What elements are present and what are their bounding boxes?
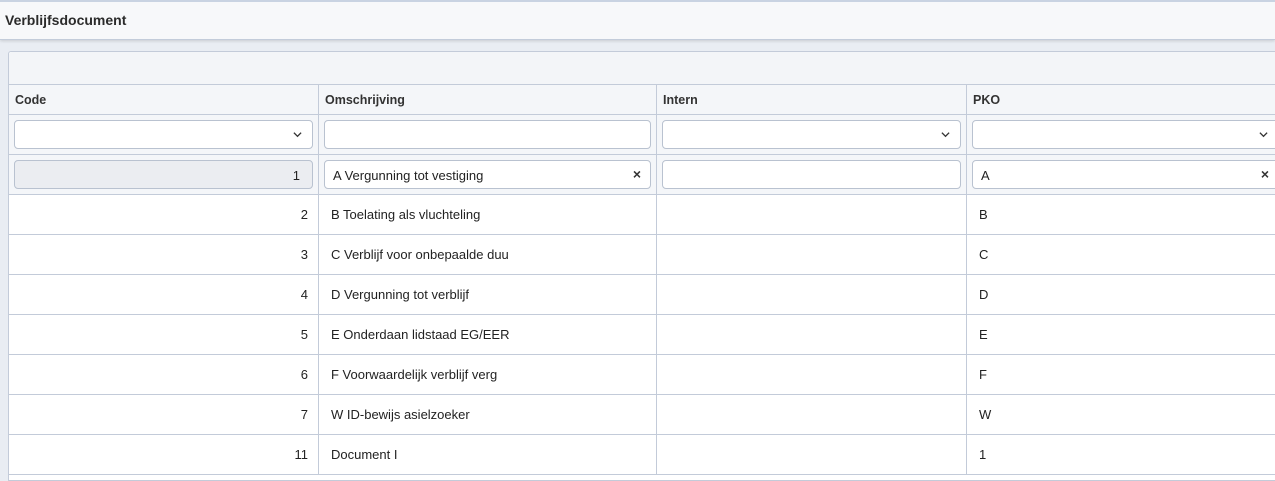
edit-code-field: 1 — [14, 160, 313, 189]
edit-intern-field[interactable] — [662, 160, 961, 189]
chevron-down-icon — [293, 132, 302, 138]
cell-pko: C — [979, 247, 989, 262]
clear-icon[interactable]: × — [1261, 166, 1269, 182]
cell-pko: 1 — [979, 447, 987, 462]
cell-code: 11 — [294, 447, 309, 462]
cell-pko: D — [979, 287, 989, 302]
cell-omschrijving: Document I — [331, 447, 398, 462]
cell-code: 3 — [300, 247, 308, 262]
table-row[interactable]: 7 W ID-bewijs asielzoeker W — [9, 395, 1275, 435]
edit-row: 1 A Vergunning tot vestiging × A × — [9, 155, 1275, 195]
chevron-down-icon — [941, 132, 950, 138]
cell-code: 4 — [300, 287, 308, 302]
column-header-code[interactable]: Code — [9, 85, 319, 114]
clear-icon[interactable]: × — [633, 166, 641, 182]
cell-pko: F — [979, 367, 987, 382]
window-title-bar: Verblijfsdocument — [0, 0, 1275, 40]
table-row[interactable]: 4 D Vergunning tot verblijf D — [9, 275, 1275, 315]
grid-panel: Code Omschrijving Intern PKO 1 A Vergunn… — [8, 51, 1275, 481]
cell-omschrijving: W ID-bewijs asielzoeker — [331, 407, 470, 422]
chevron-down-icon — [1259, 132, 1268, 138]
cell-omschrijving: E Onderdaan lidstaad EG/EER — [331, 327, 510, 342]
grid-toolbar — [9, 52, 1275, 85]
filter-pko-select[interactable] — [972, 120, 1275, 149]
filter-code-select[interactable] — [14, 120, 313, 149]
table-row[interactable]: 5 E Onderdaan lidstaad EG/EER E — [9, 315, 1275, 355]
edit-pko-field[interactable]: A × — [972, 160, 1275, 189]
table-row[interactable]: 6 F Voorwaardelijk verblijf verg F — [9, 355, 1275, 395]
filter-omschrijving-input[interactable] — [324, 120, 651, 149]
cell-code: 6 — [300, 367, 308, 382]
table-row[interactable]: 3 C Verblijf voor onbepaalde duu C — [9, 235, 1275, 275]
cell-omschrijving: F Voorwaardelijk verblijf verg — [331, 367, 498, 382]
table-row[interactable]: 2 B Toelating als vluchteling B — [9, 195, 1275, 235]
cell-pko: B — [979, 207, 988, 222]
cell-omschrijving: C Verblijf voor onbepaalde duu — [331, 247, 509, 262]
edit-omschrijving-field[interactable]: A Vergunning tot vestiging × — [324, 160, 651, 189]
column-header-omschrijving[interactable]: Omschrijving — [319, 85, 657, 114]
filter-row — [9, 115, 1275, 155]
cell-code: 2 — [300, 207, 308, 222]
cell-omschrijving: D Vergunning tot verblijf — [331, 287, 470, 302]
cell-code: 5 — [300, 327, 308, 342]
grid-header-row: Code Omschrijving Intern PKO — [9, 85, 1275, 115]
filter-intern-select[interactable] — [662, 120, 961, 149]
cell-omschrijving: B Toelating als vluchteling — [331, 207, 481, 222]
column-header-pko[interactable]: PKO — [967, 85, 1275, 114]
table-row[interactable]: 11 Document I 1 — [9, 435, 1275, 475]
window-title: Verblijfsdocument — [5, 12, 127, 28]
cell-code: 7 — [300, 407, 308, 422]
cell-pko: E — [979, 327, 988, 342]
column-header-intern[interactable]: Intern — [657, 85, 967, 114]
cell-pko: W — [979, 407, 992, 422]
